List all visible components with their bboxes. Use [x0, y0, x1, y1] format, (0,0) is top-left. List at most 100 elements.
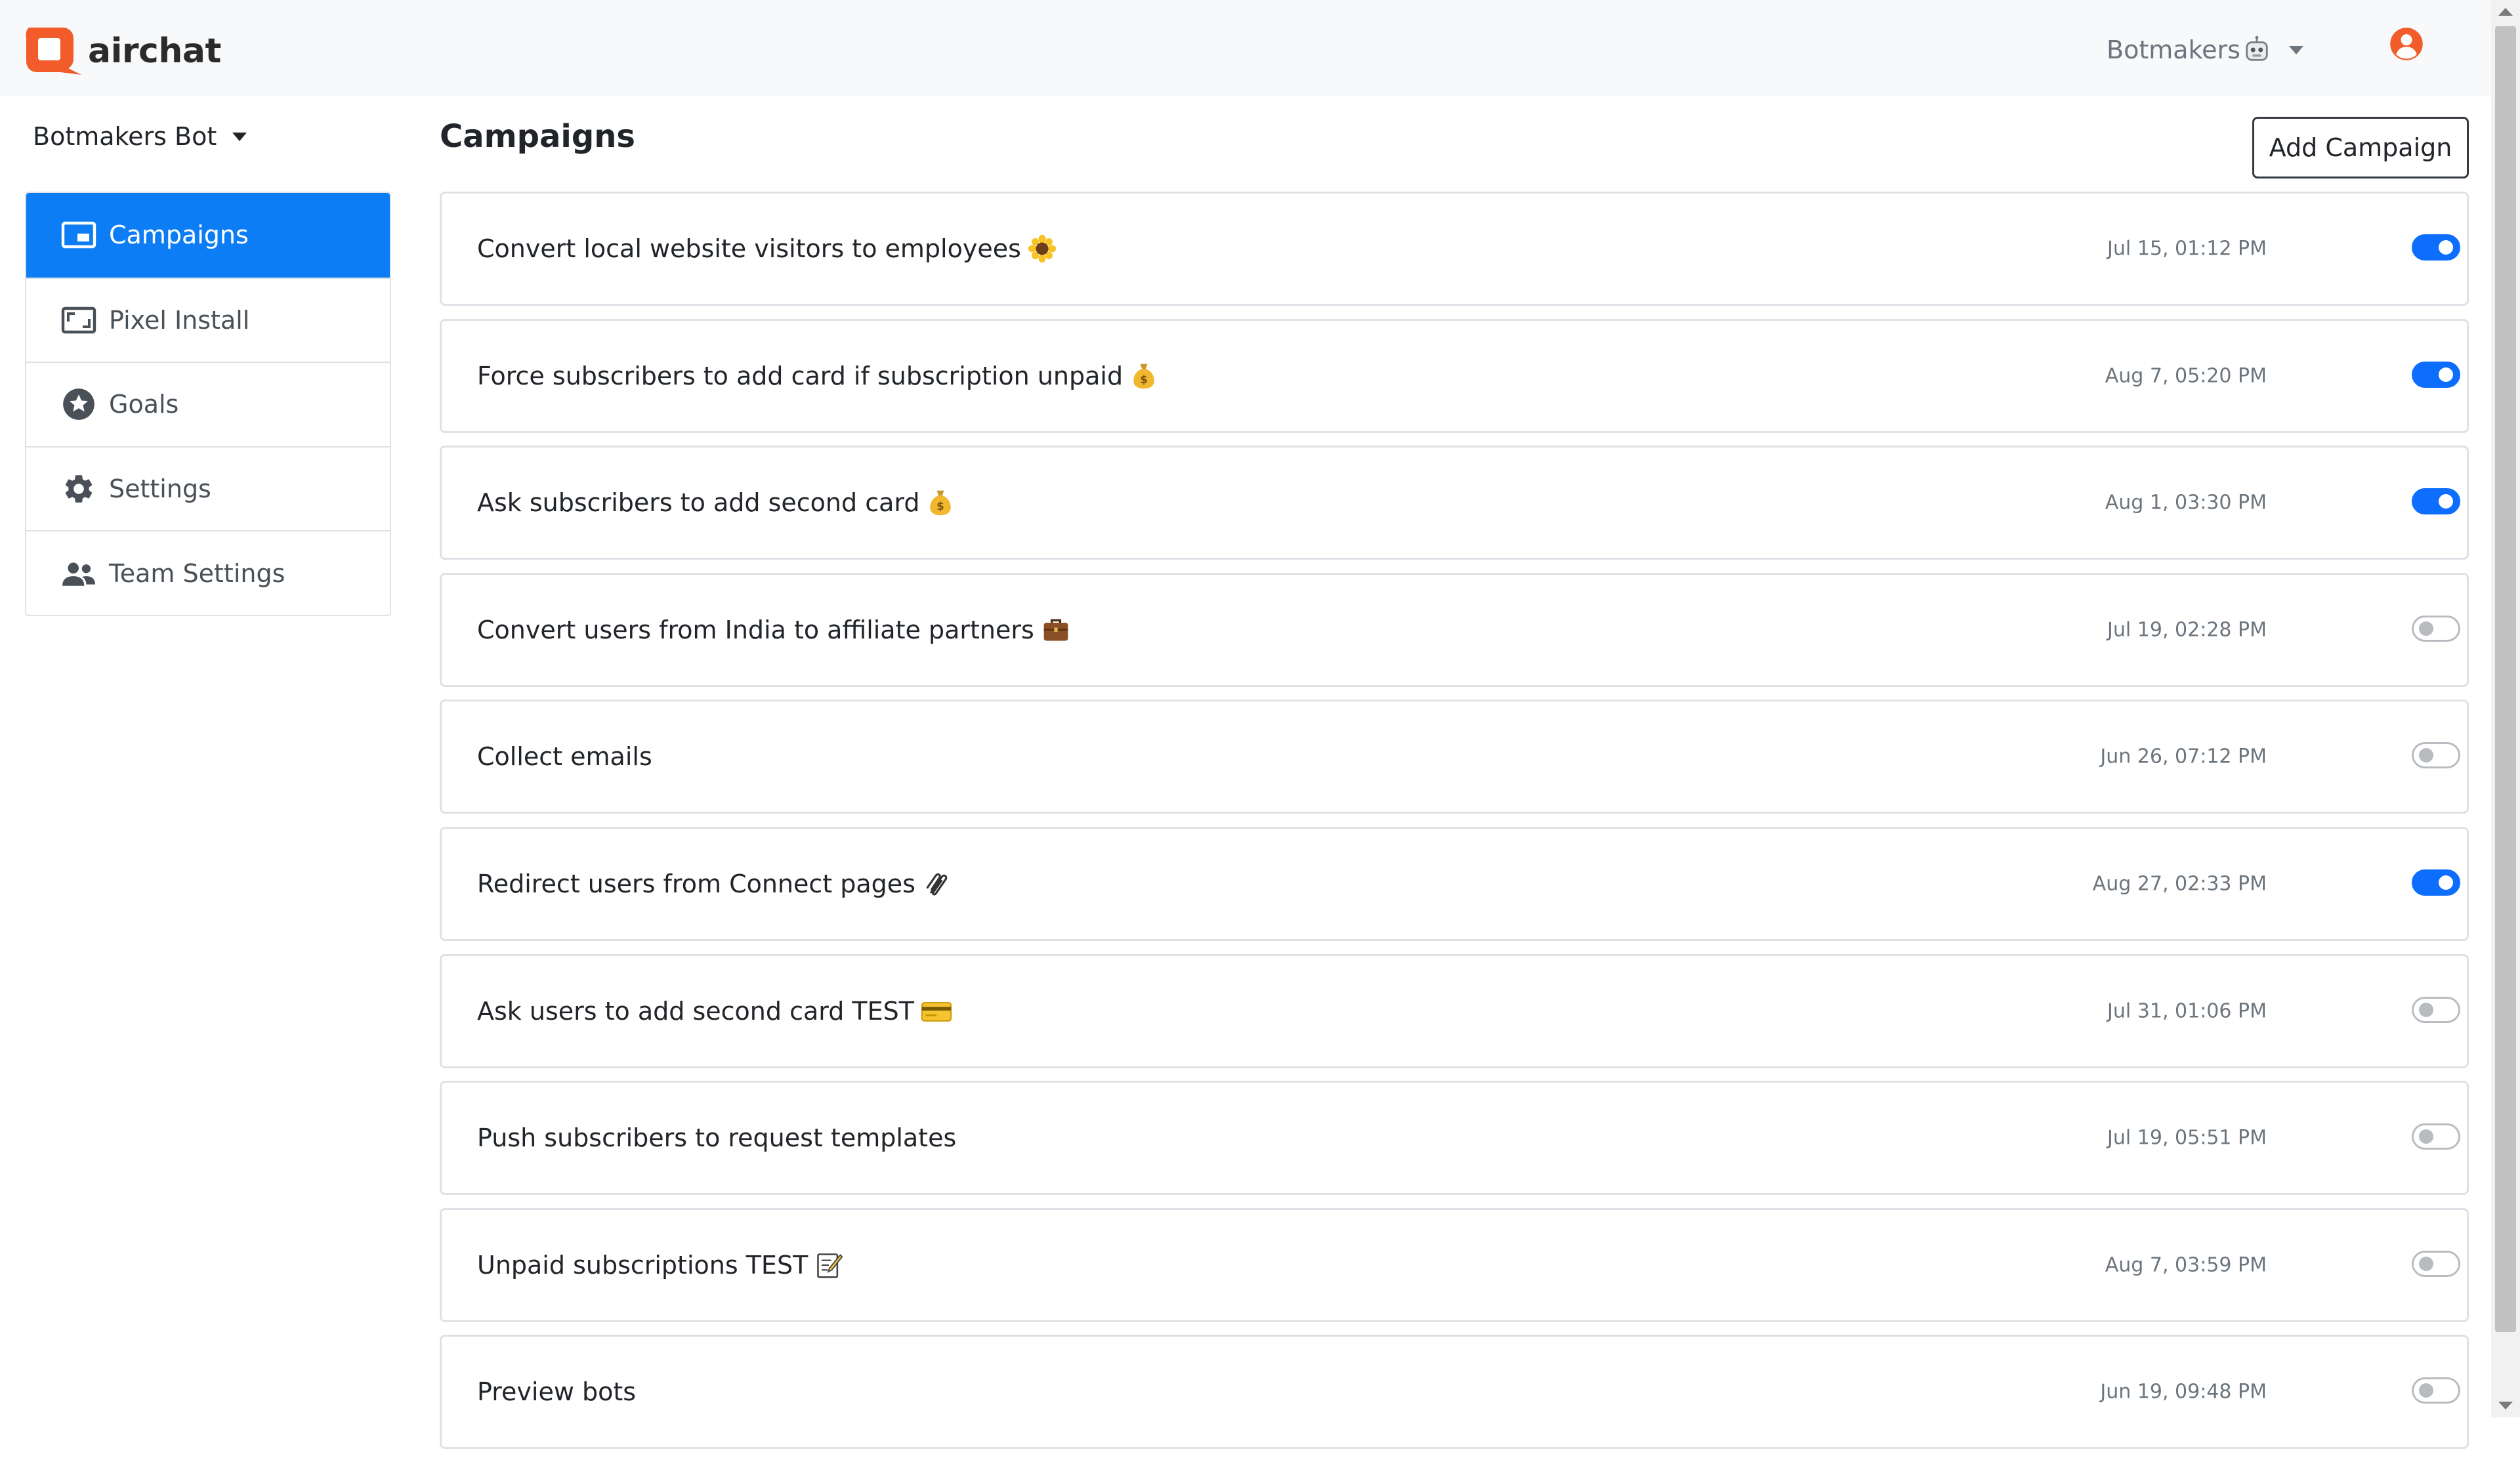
campaign-date: Jul 31, 01:06 PM [2107, 999, 2267, 1023]
campaign-row[interactable]: Ask users to add second card TEST Jul 31… [440, 953, 2469, 1068]
campaign-toggle[interactable] [2412, 869, 2460, 896]
chevron-down-icon [2288, 45, 2303, 54]
campaign-title-text: Ask subscribers to add second card [477, 488, 920, 518]
toggle-knob [2439, 367, 2453, 382]
campaign-date: Jul 19, 02:28 PM [2107, 618, 2267, 642]
sidebar-item-label: Team Settings [109, 558, 285, 588]
campaign-toggle[interactable] [2412, 361, 2460, 388]
user-circle-icon [2390, 28, 2423, 60]
campaign-toggle[interactable] [2412, 1123, 2460, 1150]
scrollbar-thumb[interactable] [2495, 26, 2516, 1332]
toggle-knob [2419, 1129, 2433, 1144]
toggle-knob [2419, 1002, 2433, 1017]
campaign-title: Redirect users from Connect pages [477, 869, 952, 898]
sidebar-item-label: Settings [109, 474, 211, 504]
campaign-title-text: Convert users from India to affiliate pa… [477, 615, 1034, 644]
campaign-row[interactable]: Convert users from India to affiliate pa… [440, 572, 2469, 687]
campaigns-icon [60, 217, 97, 253]
campaign-title: Convert local website visitors to employ… [477, 234, 1057, 263]
sidebar-item-label: Pixel Install [109, 305, 250, 335]
toggle-knob [2439, 240, 2453, 255]
sidebar-item-label: Goals [109, 390, 179, 419]
campaign-date: Jul 19, 05:51 PM [2107, 1126, 2267, 1150]
campaign-title-text: Ask users to add second card TEST [477, 996, 914, 1026]
campaign-date: Aug 7, 03:59 PM [2105, 1253, 2267, 1277]
campaign-title-text: Preview bots [477, 1377, 637, 1407]
campaign-toggle[interactable] [2412, 234, 2460, 261]
toggle-knob [2419, 748, 2433, 763]
sidebar-item-campaigns[interactable]: Campaigns [26, 193, 390, 278]
campaign-title: Collect emails [477, 742, 652, 771]
chevron-down-icon [232, 132, 247, 141]
campaign-toggle[interactable] [2412, 1250, 2460, 1277]
campaign-toggle[interactable] [2412, 742, 2460, 769]
workspace-dropdown[interactable]: Botmakers [2107, 31, 2303, 68]
memo-emoji-icon [814, 1251, 843, 1280]
briefcase-emoji-icon [1041, 616, 1071, 644]
toggle-knob [2419, 621, 2433, 636]
campaign-toggle[interactable] [2412, 488, 2460, 515]
campaign-row[interactable]: Convert local website visitors to employ… [440, 192, 2469, 306]
bot-selector-dropdown[interactable]: Botmakers Bot [33, 117, 247, 156]
brand-logo[interactable]: airchat [24, 25, 221, 77]
sidebar-item-label: Campaigns [109, 220, 249, 250]
sidebar-item-pixel-install[interactable]: Pixel Install [26, 277, 390, 362]
page-scrollbar[interactable] [2491, 0, 2520, 1417]
sunflower-emoji-icon [1028, 234, 1057, 263]
scroll-up-arrow-icon[interactable] [2498, 8, 2513, 16]
sidebar-item-settings[interactable]: Settings [26, 446, 390, 531]
campaign-date: Jun 19, 09:48 PM [2100, 1380, 2267, 1404]
add-campaign-button[interactable]: Add Campaign [2252, 117, 2469, 178]
campaign-row[interactable]: Unpaid subscriptions TEST Aug 7, 03:59 P… [440, 1207, 2469, 1322]
money-bag-emoji-icon: $ [1129, 362, 1158, 390]
toggle-knob [2419, 1383, 2433, 1398]
star-circle-icon [60, 386, 97, 423]
sidebar-item-team-settings[interactable]: Team Settings [26, 530, 390, 615]
sidebar-nav: Campaigns Pixel Install Goals Settings T… [25, 192, 391, 616]
sidebar-item-goals[interactable]: Goals [26, 362, 390, 446]
campaign-title-text: Push subscribers to request templates [477, 1123, 957, 1153]
campaign-toggle[interactable] [2412, 996, 2460, 1023]
campaign-row[interactable]: Ask subscribers to add second card $ Aug… [440, 446, 2469, 560]
campaign-toggle[interactable] [2412, 1377, 2460, 1404]
campaign-title: Force subscribers to add card if subscri… [477, 362, 1158, 390]
robot-face-emoji-icon [2242, 35, 2272, 65]
campaign-title: Ask subscribers to add second card $ [477, 488, 955, 517]
paperclips-emoji-icon [922, 869, 952, 898]
campaign-row[interactable]: Push subscribers to request templates Ju… [440, 1081, 2469, 1196]
campaign-title: Preview bots [477, 1377, 636, 1406]
campaign-date: Jun 26, 07:12 PM [2100, 745, 2267, 768]
campaign-date: Aug 27, 02:33 PM [2092, 872, 2267, 896]
bot-selector-label: Botmakers Bot [33, 122, 217, 151]
page-title: Campaigns [440, 118, 635, 155]
user-menu-button[interactable] [2389, 26, 2424, 62]
scroll-down-arrow-icon[interactable] [2498, 1402, 2513, 1410]
campaign-row[interactable]: Force subscribers to add card if subscri… [440, 318, 2469, 433]
gear-icon [60, 470, 97, 507]
campaign-toggle[interactable] [2412, 615, 2460, 642]
campaign-row[interactable]: Collect emails Jun 26, 07:12 PM [440, 700, 2469, 814]
brand-name: airchat [88, 31, 221, 71]
campaign-date: Aug 1, 03:30 PM [2105, 491, 2267, 514]
campaign-row[interactable]: Preview bots Jun 19, 09:48 PM [440, 1335, 2469, 1450]
campaign-title: Ask users to add second card TEST [477, 997, 952, 1026]
toggle-knob [2439, 875, 2453, 890]
team-icon [60, 555, 97, 592]
campaign-row[interactable]: Redirect users from Connect pages Aug 27… [440, 826, 2469, 941]
workspace-name: Botmakers [2107, 35, 2240, 64]
money-bag-emoji-icon: $ [926, 488, 955, 517]
campaign-title: Push subscribers to request templates [477, 1123, 956, 1152]
svg-text:$: $ [937, 500, 944, 512]
credit-card-emoji-icon [921, 998, 952, 1024]
campaign-list: Convert local website visitors to employ… [440, 192, 2469, 1462]
campaign-title-text: Force subscribers to add card if subscri… [477, 361, 1124, 390]
campaign-title-text: Collect emails [477, 742, 652, 772]
toggle-knob [2439, 494, 2453, 509]
pixel-install-icon [60, 302, 97, 339]
campaign-date: Jul 15, 01:12 PM [2107, 237, 2267, 261]
campaign-title-text: Unpaid subscriptions TEST [477, 1250, 808, 1280]
campaign-date: Aug 7, 05:20 PM [2105, 364, 2267, 388]
campaign-title-text: Redirect users from Connect pages [477, 869, 915, 898]
airchat-logo-icon [26, 28, 81, 75]
svg-text:$: $ [1140, 373, 1147, 386]
